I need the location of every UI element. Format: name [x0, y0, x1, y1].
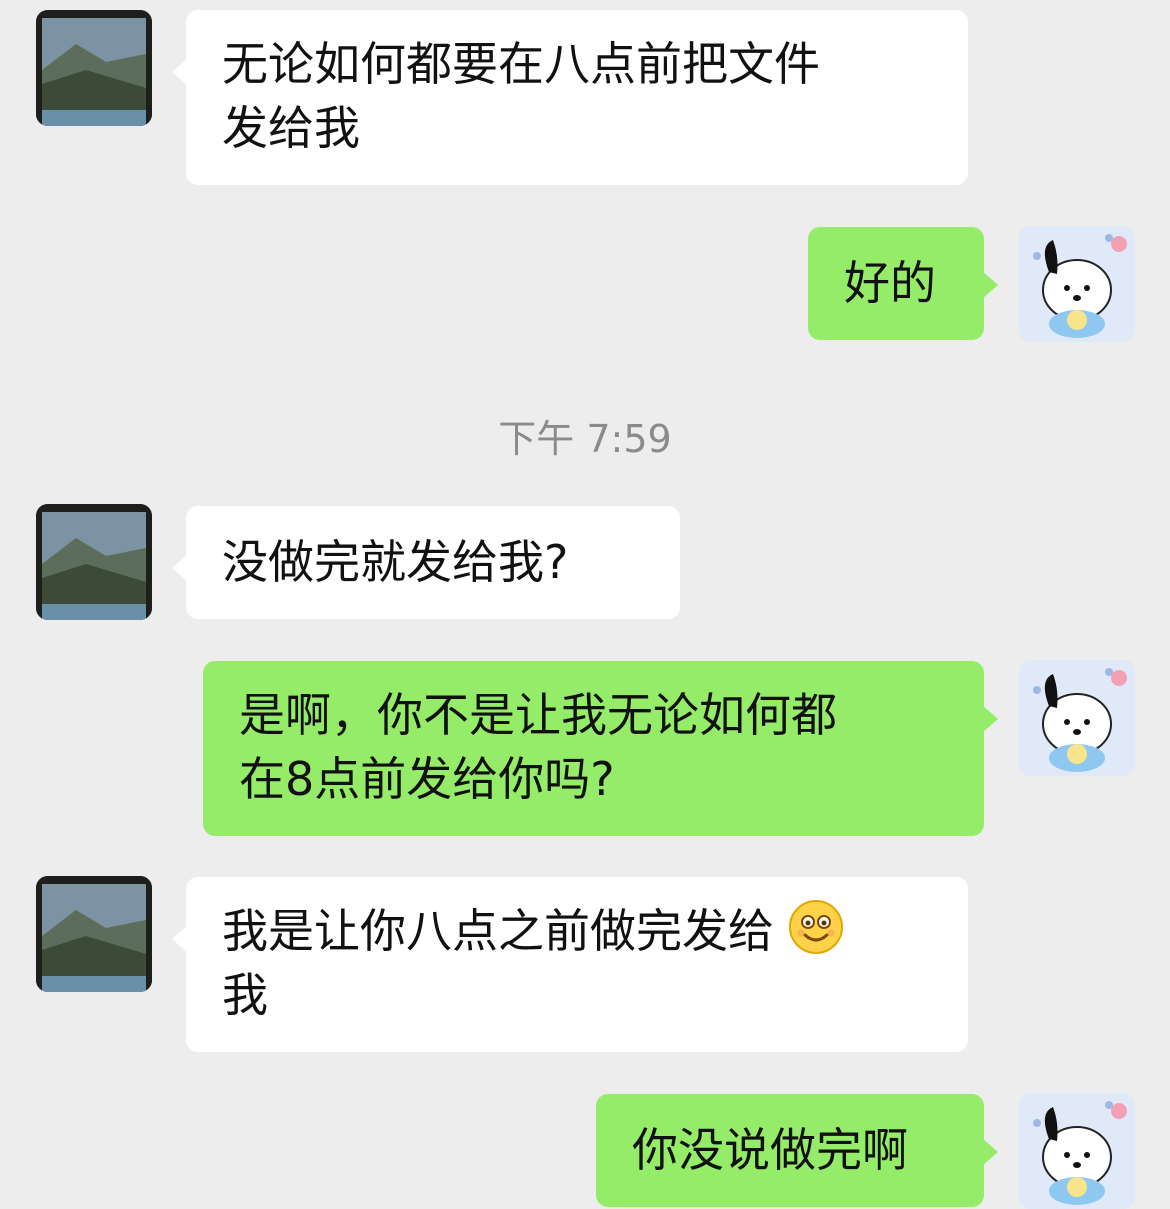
- contact-avatar[interactable]: [36, 504, 152, 620]
- message-text-segment: 我是让你八点之前做完发给: [222, 904, 774, 958]
- cartoon-dog-avatar-icon: [1019, 226, 1135, 342]
- message-bubble-outgoing[interactable]: 你没说做完啊: [596, 1094, 998, 1207]
- message-text-line: 我: [222, 968, 268, 1022]
- my-avatar[interactable]: [1019, 660, 1135, 776]
- contact-avatar[interactable]: [36, 876, 152, 992]
- message-bubble-incoming[interactable]: 没做完就发给我?: [172, 506, 680, 619]
- message-text-line: 我是让你八点之前做完发给: [222, 899, 932, 963]
- message-text-line: 是啊，你不是让我无论如何都: [239, 688, 837, 742]
- message-text-line: 好的: [844, 256, 936, 310]
- message-text-line: 你没说做完啊: [632, 1123, 908, 1177]
- message-timestamp: 下午 7:59: [498, 417, 672, 461]
- smile-emoji-icon: [788, 899, 844, 955]
- cartoon-dog-avatar-icon: [1019, 1093, 1135, 1209]
- landscape-photo-avatar-icon: [36, 10, 152, 126]
- contact-avatar[interactable]: [36, 10, 152, 126]
- chat-window[interactable]: 无论如何都要在八点前把文件 发给我 好的 下午 7:59 没做完就发给我? 是啊…: [0, 0, 1170, 1209]
- landscape-photo-avatar-icon: [36, 876, 152, 992]
- message-bubble-incoming[interactable]: 无论如何都要在八点前把文件 发给我: [172, 10, 968, 185]
- message-text-line: 无论如何都要在八点前把文件: [222, 37, 820, 91]
- message-bubble-outgoing[interactable]: 是啊，你不是让我无论如何都 在8点前发给你吗?: [203, 661, 998, 836]
- message-text-line: 在8点前发给你吗?: [239, 752, 615, 806]
- my-avatar[interactable]: [1019, 1093, 1135, 1209]
- message-text-line: 发给我: [222, 101, 360, 155]
- cartoon-dog-avatar-icon: [1019, 660, 1135, 776]
- message-text-line: 没做完就发给我?: [222, 535, 569, 589]
- landscape-photo-avatar-icon: [36, 504, 152, 620]
- message-bubble-outgoing[interactable]: 好的: [808, 227, 998, 340]
- message-bubble-incoming[interactable]: 我是让你八点之前做完发给 我: [172, 877, 968, 1052]
- my-avatar[interactable]: [1019, 226, 1135, 342]
